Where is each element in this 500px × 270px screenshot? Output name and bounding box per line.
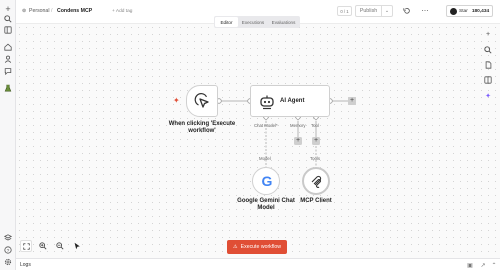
cursor-click-icon	[194, 93, 209, 108]
trigger-node-label: When clicking 'Execute workflow'	[168, 121, 236, 134]
view-tabs: Editor Executions Evaluations	[214, 16, 300, 28]
document-icon[interactable]	[480, 58, 496, 72]
google-g-icon: G	[261, 173, 273, 189]
chevron-up-icon[interactable]: ⌃	[490, 261, 498, 269]
search-icon[interactable]	[480, 43, 496, 57]
tools-connection-label: Tools	[310, 156, 321, 161]
flask-icon: ⚠	[232, 244, 238, 250]
mcp-client-node[interactable]	[302, 167, 330, 195]
zoom-out-button[interactable]	[54, 240, 66, 252]
mcp-icon	[311, 175, 322, 188]
execute-workflow-button[interactable]: ⚠ Execute workflow	[227, 240, 287, 254]
tab-evaluations[interactable]: Evaluations	[268, 17, 299, 27]
add-tool-button[interactable]: +	[312, 137, 320, 145]
trigger-bolt-icon: ✦	[173, 96, 180, 105]
port-tool: Tool	[311, 123, 319, 128]
add-memory-button[interactable]: +	[294, 137, 302, 145]
fit-view-button[interactable]	[20, 240, 32, 252]
plus-icon[interactable]: +	[480, 27, 496, 41]
execute-workflow-label: Execute workflow	[240, 244, 282, 250]
add-output-node-button[interactable]: +	[348, 97, 356, 105]
panel-icon[interactable]	[480, 73, 496, 87]
port-memory: Memory	[290, 123, 306, 128]
ai-agent-node[interactable]: AI Agent	[250, 85, 330, 117]
mcp-node-label: MCP Client	[300, 198, 332, 204]
connections	[216, 98, 348, 167]
zoom-in-button[interactable]	[37, 240, 49, 252]
pointer-tool-button[interactable]	[71, 240, 83, 252]
panel-toggle-icon[interactable]: ▣	[466, 261, 474, 269]
model-connection-label: Model	[259, 156, 271, 161]
robot-icon	[260, 95, 274, 110]
trigger-node[interactable]	[186, 85, 218, 117]
tab-executions[interactable]: Executions	[238, 17, 268, 27]
popout-icon[interactable]: ↗	[479, 261, 487, 269]
logs-panel[interactable]: Logs ▣ ↗ ⌃	[16, 258, 500, 270]
tab-editor[interactable]: Editor	[215, 17, 238, 27]
ai-agent-label: AI Agent	[280, 98, 305, 104]
logs-title: Logs	[20, 262, 31, 268]
port-chat-model: Chat Model*	[254, 123, 278, 128]
gemini-chat-model-node[interactable]: G	[252, 167, 280, 195]
sparkle-icon[interactable]: ✦	[480, 89, 496, 103]
